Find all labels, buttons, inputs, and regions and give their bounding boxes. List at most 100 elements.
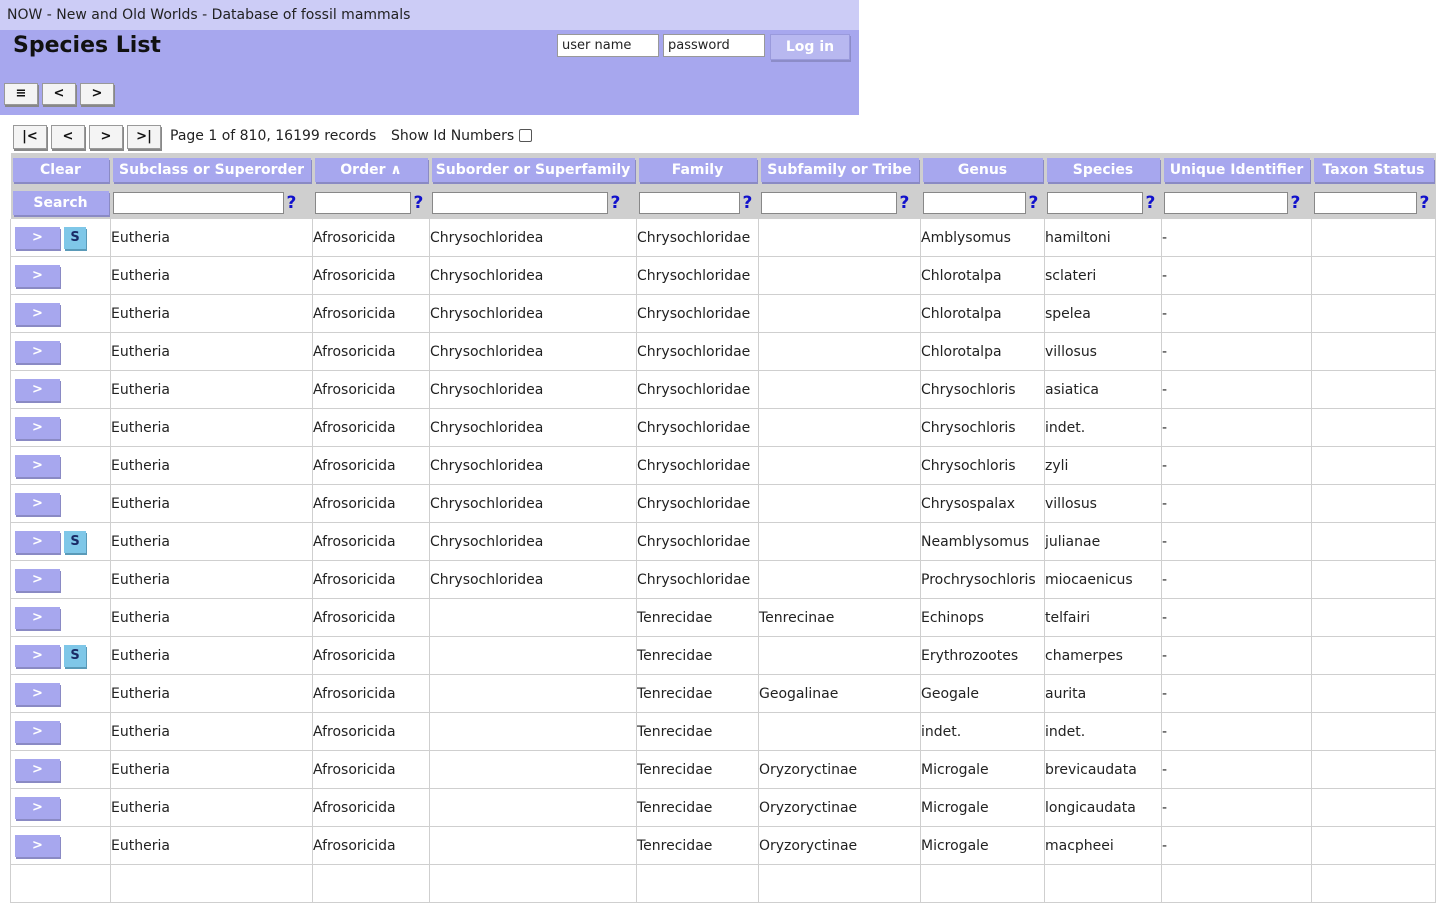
table-row[interactable]: > Eutheria Afrosoricida Chrysochloridea Chry… [10,332,1436,371]
last-page-button[interactable]: >| [127,125,161,149]
login-button[interactable]: Log in [770,34,850,60]
table-row[interactable]: > Eutheria Afrosoricida Tenrecidae indet. ind… [10,712,1436,751]
open-record-button[interactable]: > [15,834,60,857]
table-cell [1311,446,1436,485]
open-record-button[interactable]: > [15,226,60,249]
table-cell: Eutheria [110,636,313,675]
table-row[interactable]: > Eutheria Afrosoricida Tenrecidae Geogalina… [10,674,1436,713]
table-row[interactable]: > Eutheria Afrosoricida Chrysochloridea Chry… [10,446,1436,485]
filter-taxon-status-input[interactable] [1313,191,1417,214]
row-actions: > [10,446,111,485]
col-suborder[interactable]: Suborder or Superfamily [431,157,635,182]
table-row[interactable]: > S Eutheria Afrosoricida Tenrecidae Erythroz… [10,636,1436,675]
menu-icon[interactable]: ≡ [4,83,38,105]
table-cell: Microgale [920,788,1045,827]
col-order[interactable]: Order ∧ [314,157,428,182]
table-row[interactable]: > Eutheria Afrosoricida Chrysochloridea Chry… [10,294,1436,333]
table-row[interactable]: > Eutheria Afrosoricida Tenrecidae Oryzoryct… [10,750,1436,789]
help-icon[interactable]: ? [1420,193,1430,213]
table-cell: Chrysochloridea [429,522,637,561]
help-icon[interactable]: ? [900,193,910,213]
open-record-button[interactable]: > [15,720,60,743]
table-row[interactable]: > Eutheria Afrosoricida Tenrecidae Oryzoryct… [10,826,1436,865]
table-cell: indet. [1044,408,1162,447]
help-icon[interactable]: ? [611,193,621,213]
table-cell: Chrysochloridae [636,522,759,561]
open-record-button[interactable]: > [15,264,60,287]
table-row[interactable]: > Eutheria Afrosoricida Chrysochloridea Chry… [10,256,1436,295]
prev-page-button[interactable]: < [51,125,85,149]
back-button[interactable]: < [42,83,76,105]
table-row[interactable]: > Eutheria Afrosoricida Chrysochloridea Chry… [10,484,1436,523]
open-record-button[interactable]: > [15,644,60,667]
open-record-button[interactable]: > [15,378,60,401]
col-species[interactable]: Species [1046,157,1160,182]
table-cell: longicaudata [1044,788,1162,827]
table-cell [1311,674,1436,713]
clear-button[interactable]: Clear [12,157,109,182]
open-record-button[interactable]: > [15,302,60,325]
username-input[interactable] [557,34,659,57]
password-input[interactable] [663,34,765,57]
col-unique-id[interactable]: Unique Identifier [1163,157,1310,182]
table-cell: Tenrecidae [636,636,759,675]
help-icon[interactable]: ? [287,193,297,213]
filter-suborder-input[interactable] [431,191,608,214]
table-cell: Chrysochloridae [636,219,759,257]
table-cell [429,864,637,903]
show-id-checkbox[interactable] [519,129,532,142]
table-cell [1311,864,1436,903]
help-icon[interactable]: ? [743,193,753,213]
forward-button[interactable]: > [80,83,114,105]
help-icon[interactable]: ? [414,193,424,213]
table-row[interactable]: > Eutheria Afrosoricida Chrysochloridea Chry… [10,408,1436,447]
open-record-button[interactable]: > [15,796,60,819]
table-row[interactable]: > Eutheria Afrosoricida Tenrecidae Tenrecina… [10,598,1436,637]
synonym-button[interactable]: S [64,226,86,249]
open-record-button[interactable]: > [15,682,60,705]
table-row[interactable]: > Eutheria Afrosoricida Chrysochloridea Chry… [10,560,1436,599]
open-record-button[interactable]: > [15,454,60,477]
filter-genus-input[interactable] [922,191,1026,214]
col-subclass[interactable]: Subclass or Superorder [112,157,311,182]
synonym-button[interactable]: S [64,530,86,553]
table-cell: Eutheria [110,484,313,523]
table-row[interactable]: > Eutheria Afrosoricida Chrysochloridea Chry… [10,370,1436,409]
filter-subfamily-input[interactable] [760,191,897,214]
next-page-button[interactable]: > [89,125,123,149]
table-row[interactable]: > Eutheria Afrosoricida Tenrecidae Oryzoryct… [10,788,1436,827]
table-cell: Chrysochloridea [429,408,637,447]
col-subfamily[interactable]: Subfamily or Tribe [760,157,919,182]
table-cell: Afrosoricida [312,484,430,523]
col-genus[interactable]: Genus [922,157,1043,182]
table-row[interactable]: > S Eutheria Afrosoricida Chrysochloridea Chr… [10,219,1436,257]
table-row[interactable]: > S Eutheria Afrosoricida Chrysochloridea Chr… [10,522,1436,561]
col-family[interactable]: Family [638,157,757,182]
table-cell: Eutheria [110,560,313,599]
table-cell: Eutheria [110,826,313,865]
table-cell [1311,750,1436,789]
col-taxon-status[interactable]: Taxon Status [1313,157,1434,182]
open-record-button[interactable]: > [15,568,60,591]
help-icon[interactable]: ? [1291,193,1301,213]
open-record-button[interactable]: > [15,340,60,363]
first-page-button[interactable]: |< [13,125,47,149]
filter-order-input[interactable] [314,191,411,214]
table-cell: Chrysochloridea [429,294,637,333]
synonym-button[interactable]: S [64,644,86,667]
open-record-button[interactable]: > [15,606,60,629]
filter-subclass-input[interactable] [112,191,284,214]
filter-species-input[interactable] [1046,191,1143,214]
help-icon[interactable]: ? [1146,193,1156,213]
table-row[interactable] [10,864,1436,903]
help-icon[interactable]: ? [1029,193,1039,213]
open-record-button[interactable]: > [15,530,60,553]
open-record-button[interactable]: > [15,758,60,781]
open-record-button[interactable]: > [15,492,60,515]
filter-family-input[interactable] [638,191,740,214]
filter-unique-id-input[interactable] [1163,191,1288,214]
search-button[interactable]: Search [12,190,109,215]
table-cell [758,560,921,599]
table-cell: sclateri [1044,256,1162,295]
open-record-button[interactable]: > [15,416,60,439]
